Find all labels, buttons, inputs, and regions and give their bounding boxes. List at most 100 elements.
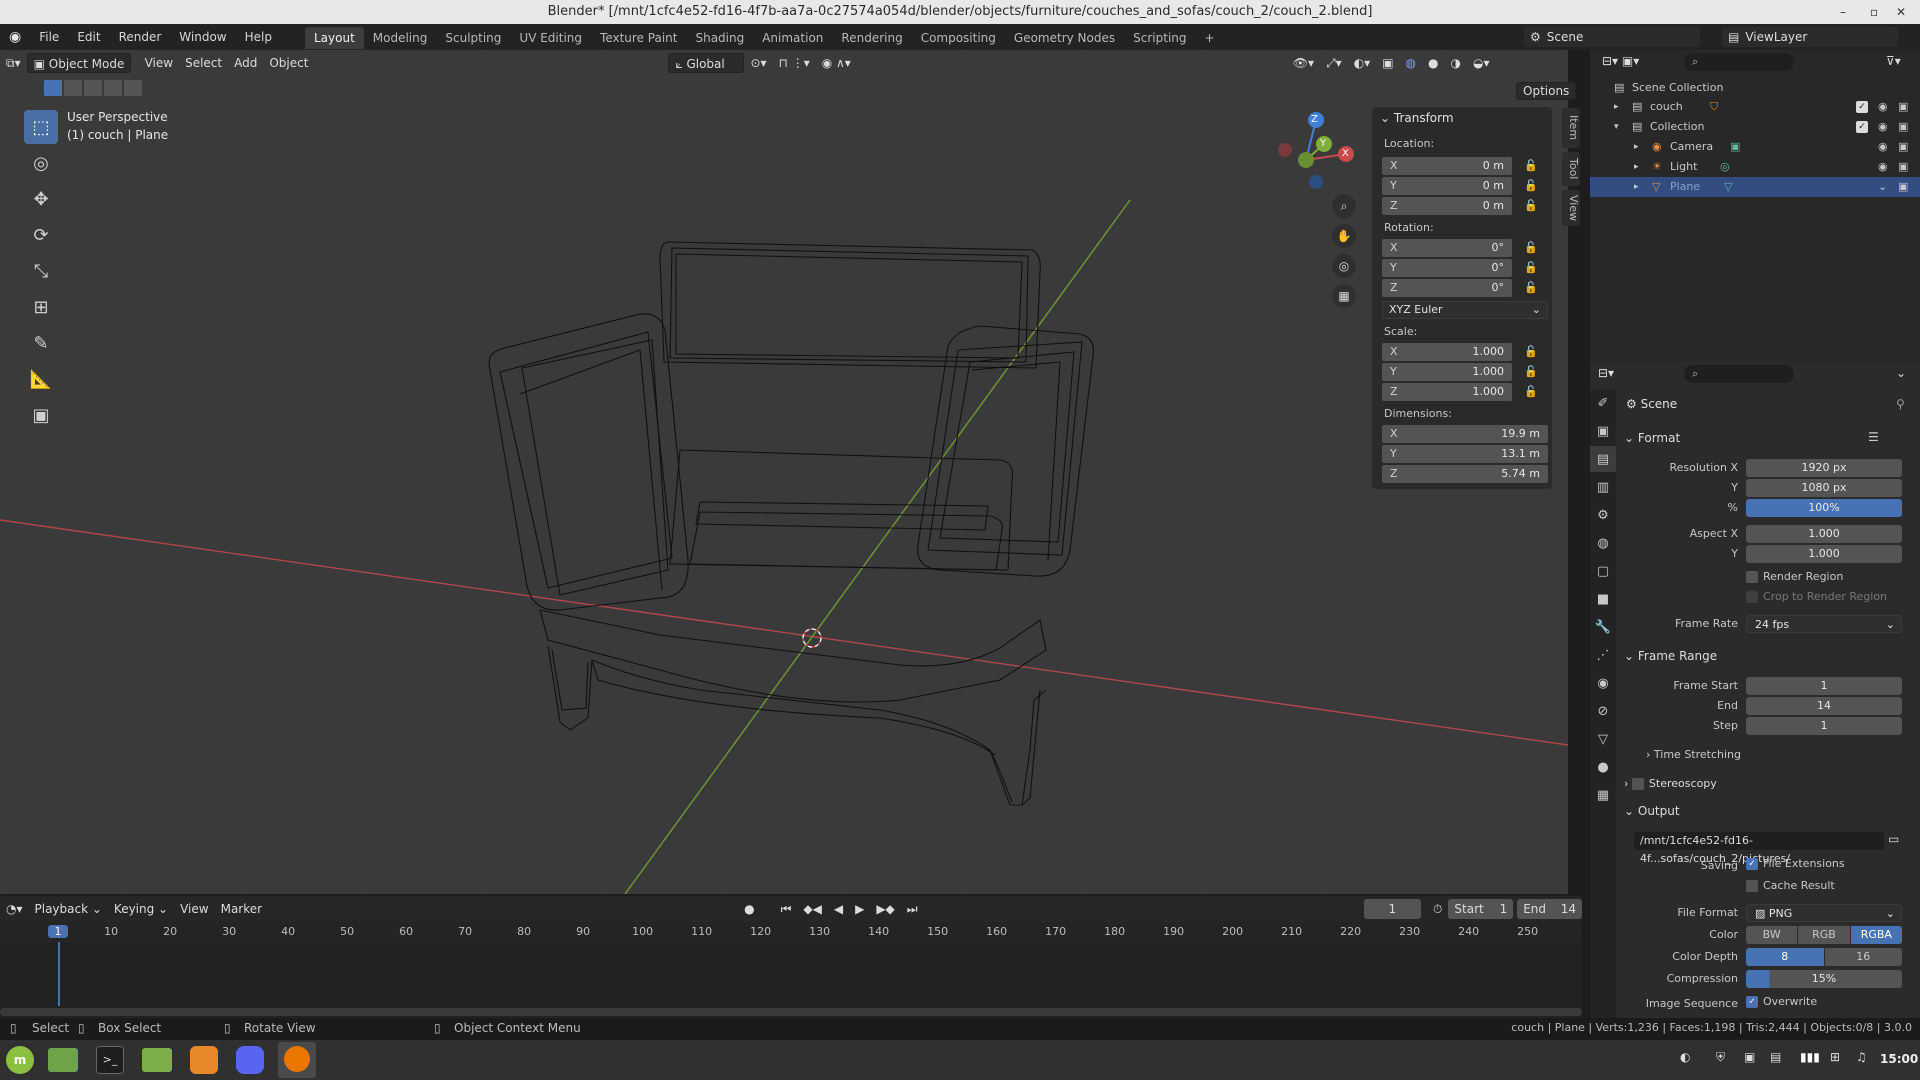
folder-browse-icon[interactable]: ▭ [1888,832,1899,846]
tab-compositing[interactable]: Compositing [912,27,1005,49]
camera-render-icon[interactable]: ▣ [1898,117,1908,137]
particles-tab-icon[interactable]: ⋰ [1590,642,1616,668]
timeline-scrollbar[interactable] [0,1008,1582,1016]
select-box-tool-icon[interactable]: ⬚ [24,110,58,144]
timeline-view-menu[interactable]: View [174,899,214,919]
timeline-editor-type-icon[interactable]: ◔▾ [0,899,29,919]
tab-scripting[interactable]: Scripting [1124,27,1195,49]
record-icon[interactable]: ● [738,899,760,919]
jump-start-icon[interactable]: ⏮ [775,899,798,919]
tab-tool[interactable]: Tool [1562,152,1580,186]
shading-material-icon[interactable]: ◑ [1445,53,1467,73]
view-layer-selector[interactable]: ▤ ViewLayer [1722,27,1898,47]
select-menu[interactable]: Select [179,53,228,73]
timeline-ruler[interactable]: 1 10 20 30 40 50 60 70 80 90 100 110 120 130 140 150 160… [0,922,1582,942]
outliner-row-camera[interactable]: ▸ ◉ Camera ▣ ◉ ▣ [1590,137,1920,157]
select-invert-icon[interactable] [104,80,122,96]
file-extensions-checkbox[interactable]: ✓ File Extensions [1746,857,1845,870]
resolution-y-field[interactable]: 1080 px [1746,479,1902,497]
lock-icon[interactable]: 🔓 [1524,179,1538,192]
lock-icon[interactable]: 🔓 [1524,241,1538,254]
properties-editor-icon[interactable]: ⊟▾ [1598,366,1614,380]
tab-item[interactable]: Item [1562,108,1580,148]
blender-logo-icon[interactable]: ◉ [0,24,30,50]
discord-icon[interactable] [236,1046,264,1074]
physics-tab-icon[interactable]: ◉ [1590,670,1616,696]
overlay-icon[interactable]: ◐▾ [1348,53,1377,73]
expand-arrow-icon[interactable]: ▸ [1634,137,1639,157]
zoom-icon[interactable]: ⌕ [1332,194,1356,218]
tab-view[interactable]: View [1562,190,1580,226]
expand-arrow-icon[interactable]: ▸ [1634,157,1639,177]
constraints-tab-icon[interactable]: ⊘ [1590,698,1616,724]
chevron-down-icon[interactable]: ⌄ [1896,366,1906,380]
time-stretching-subsection[interactable]: › Time Stretching [1646,748,1741,761]
object-menu[interactable]: Object [263,53,314,73]
overwrite-checkbox[interactable]: ✓ Overwrite [1746,995,1817,1008]
camera-view-icon[interactable]: ◎ [1332,254,1356,278]
close-icon[interactable]: ✕ [1896,0,1906,24]
resolution-x-field[interactable]: 1920 px [1746,459,1902,477]
menu-edit[interactable]: Edit [68,24,109,50]
clipboard-icon[interactable]: ▣ [1744,1050,1755,1064]
gizmo-toggle-icon[interactable]: ⤢▾ [1320,53,1348,73]
color-bw-button[interactable]: BW [1746,926,1798,944]
frame-rate-dropdown[interactable]: 24 fps ⌄ [1746,615,1902,633]
dimensions-z-field[interactable]: Z 5.74 m [1382,465,1548,483]
current-frame-field[interactable]: 1 [1363,899,1422,919]
rotation-z-field[interactable]: Z 0° [1382,279,1512,297]
view-menu[interactable]: View [139,53,179,73]
tab-animation[interactable]: Animation [753,27,832,49]
jump-keyframe-back-icon[interactable]: ◆◀ [797,899,827,919]
add-menu[interactable]: Add [228,53,263,73]
rotation-x-field[interactable]: X 0° [1382,239,1512,257]
eye-icon[interactable]: ◉ [1878,117,1888,137]
output-tab-icon[interactable]: ▤ [1590,446,1616,472]
resolution-percent-field[interactable]: 100% [1746,499,1902,517]
render-tab-icon[interactable]: ▣ [1590,418,1616,444]
pan-hand-icon[interactable]: ✋ [1332,224,1356,248]
notes-icon[interactable]: ▤ [1770,1050,1781,1064]
checkbox-icon[interactable]: ✓ [1856,117,1873,137]
output-path-field[interactable]: /mnt/1cfc4e52-fd16-4f...sofas/couch_2/pi… [1634,832,1884,865]
pivot-icon[interactable]: ⊙▾ [744,53,772,73]
camera-render-icon[interactable]: ▣ [1898,177,1908,197]
tab-rendering[interactable]: Rendering [832,27,911,49]
network-icon[interactable]: ⊞ [1830,1050,1840,1064]
outliner-search-icon[interactable]: ⌕ [1684,53,1794,71]
maximize-icon[interactable]: ▫ [1870,0,1878,24]
tool-tab-icon[interactable]: ✐ [1590,390,1616,416]
xray-icon[interactable]: ▣ [1376,53,1399,73]
eye-icon[interactable]: ◉ [1878,97,1888,117]
frame-end-field[interactable]: 14 [1746,697,1902,715]
folder-icon[interactable] [142,1048,172,1072]
transform-section-header[interactable]: ⌄ Transform [1380,111,1454,125]
menu-file[interactable]: File [30,24,68,50]
eye-closed-icon[interactable]: ⌄ [1878,177,1887,197]
outliner-row-plane[interactable]: ▸ ▽ Plane ▽ ⌄ ▣ [1590,177,1920,197]
visibility-icon[interactable]: 👁▾ [1287,53,1320,73]
discord-tray-icon[interactable]: ◐ [1680,1050,1690,1064]
outliner-row-couch[interactable]: ▸ ▤ couch ⛉ ✓ ◉ ▣ [1590,97,1920,117]
lock-icon[interactable]: 🔓 [1524,281,1538,294]
outliner-row-collection[interactable]: ▾ ▤ Collection ✓ ◉ ▣ [1590,117,1920,137]
compression-slider[interactable]: 15% [1746,970,1902,988]
start-menu-icon[interactable]: m [6,1046,34,1074]
aspect-x-field[interactable]: 1.000 [1746,525,1902,543]
camera-render-icon[interactable]: ▣ [1898,157,1908,177]
aspect-y-field[interactable]: 1.000 [1746,545,1902,563]
jump-keyframe-forward-icon[interactable]: ▶◆ [870,899,900,919]
menu-help[interactable]: Help [236,24,281,50]
texture-tab-icon[interactable]: ▦ [1590,782,1616,808]
transform-tool-icon[interactable]: ⊞ [24,290,58,324]
annotate-tool-icon[interactable]: ✎ [24,326,58,360]
add-workspace-button[interactable]: + [1196,27,1224,49]
tab-shading[interactable]: Shading [686,27,753,49]
scale-z-field[interactable]: Z 1.000 [1382,383,1512,401]
shading-rendered-icon[interactable]: ◒▾ [1467,53,1496,73]
modifier-tab-icon[interactable]: 🔧 [1590,614,1616,640]
snap-icon[interactable]: ⊓ ⋮▾ [773,53,816,73]
lock-icon[interactable]: 🔓 [1524,385,1538,398]
select-new-icon[interactable] [44,80,62,96]
stopwatch-icon[interactable]: ⏱ [1427,899,1448,919]
